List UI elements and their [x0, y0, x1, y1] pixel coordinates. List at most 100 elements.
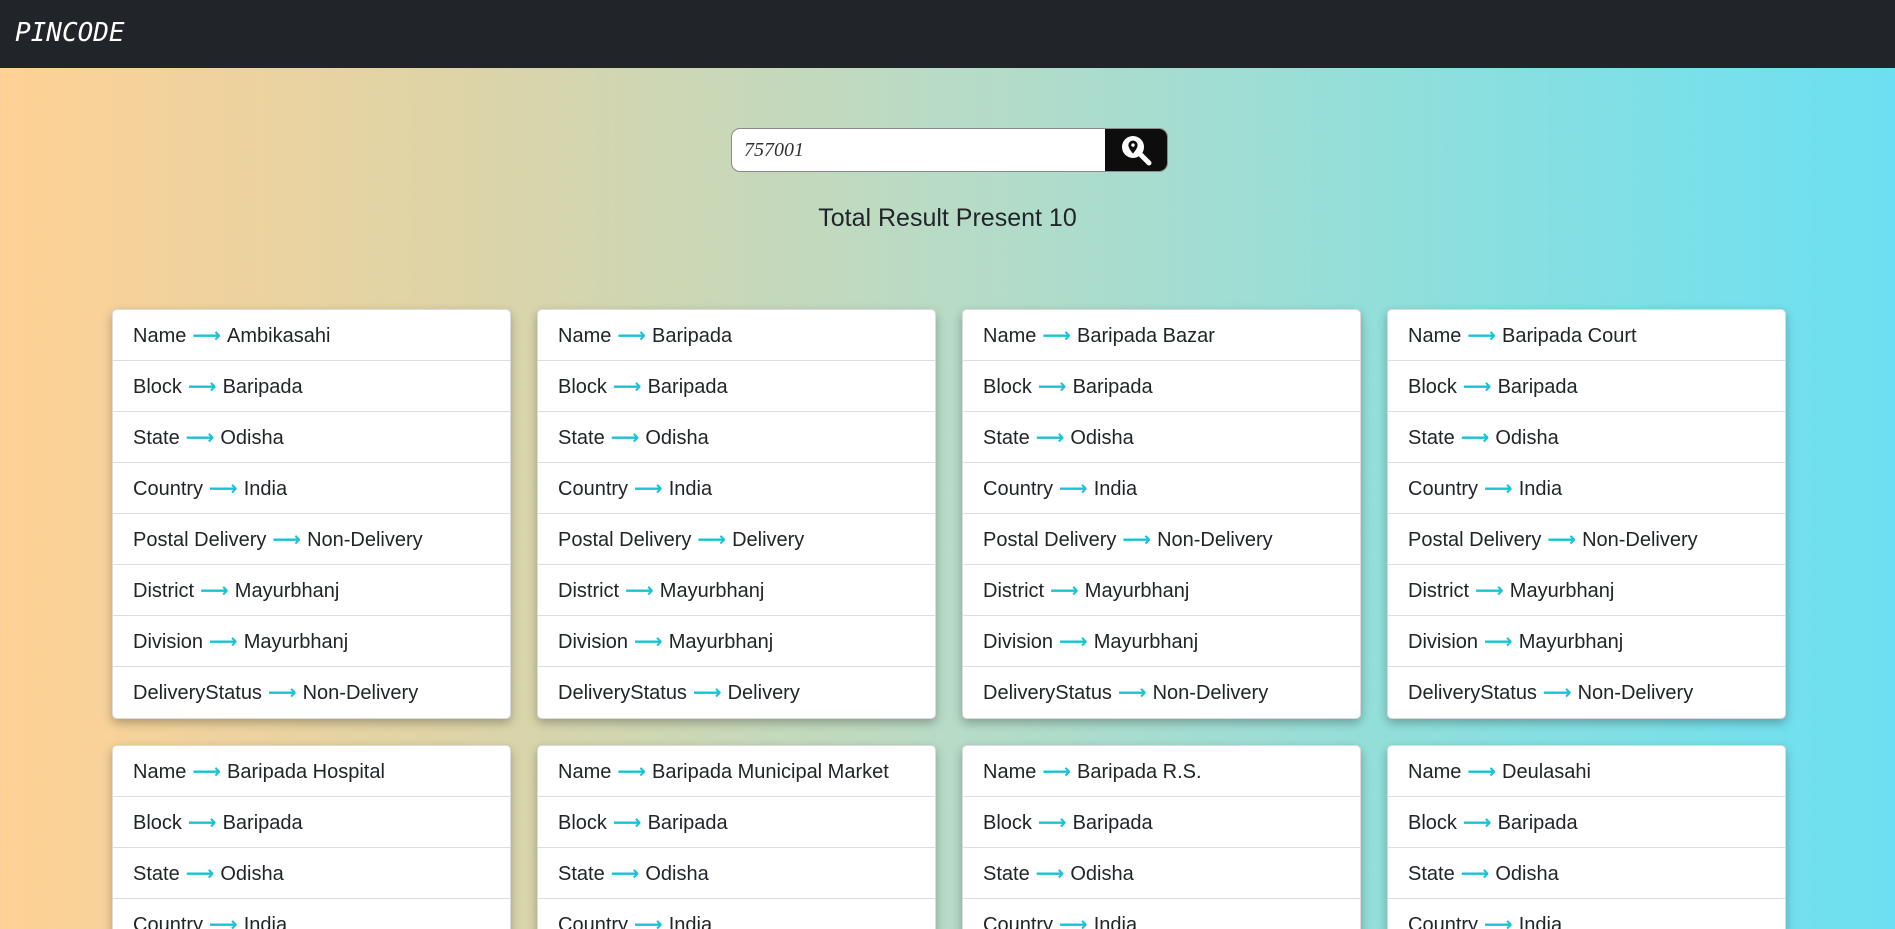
- field-label: Division: [558, 631, 629, 653]
- field-value: Delivery: [732, 529, 805, 551]
- result-field-state: State ⟶ Odisha: [113, 848, 510, 899]
- arrow-right-icon: ⟶: [200, 578, 229, 602]
- field-label: Block: [983, 812, 1032, 834]
- arrow-right-icon: ⟶: [1467, 323, 1497, 347]
- result-field-country: Country ⟶ India: [113, 463, 510, 514]
- field-value: Non-Delivery: [1152, 682, 1269, 704]
- result-field-district: District ⟶ Mayurbhanj: [113, 565, 510, 616]
- brand-logo[interactable]: PINCODE: [15, 16, 125, 50]
- total-results-count: 10: [1048, 204, 1077, 232]
- field-value: Deulasahi: [1502, 761, 1591, 783]
- search-button[interactable]: [1105, 129, 1167, 171]
- field-value: India: [243, 914, 288, 929]
- result-field-delivery-status: DeliveryStatus ⟶ Non-Delivery: [1388, 667, 1785, 718]
- field-value: India: [668, 478, 713, 500]
- arrow-right-icon: ⟶: [1059, 912, 1088, 929]
- field-label: Name: [983, 761, 1037, 783]
- field-label: Country: [558, 478, 629, 500]
- arrow-right-icon: ⟶: [185, 425, 215, 449]
- field-value: Baripada: [1497, 376, 1578, 398]
- field-label: Name: [133, 325, 187, 347]
- result-field-name: Name ⟶ Baripada: [538, 310, 935, 361]
- arrow-right-icon: ⟶: [1042, 759, 1072, 783]
- arrow-right-icon: ⟶: [1462, 374, 1492, 398]
- result-card: Name ⟶ Baripada Municipal Market Block ⟶ Bari…: [537, 745, 936, 929]
- field-label: DeliveryStatus: [983, 682, 1112, 704]
- arrow-right-icon: ⟶: [612, 810, 642, 834]
- field-value: Baripada: [647, 812, 728, 834]
- result-field-delivery-status: DeliveryStatus ⟶ Non-Delivery: [113, 667, 510, 718]
- result-field-name: Name ⟶ Baripada Hospital: [113, 746, 510, 797]
- result-field-delivery-status: DeliveryStatus ⟶ Non-Delivery: [963, 667, 1360, 718]
- result-field-district: District ⟶ Mayurbhanj: [963, 565, 1360, 616]
- arrow-right-icon: ⟶: [1484, 912, 1513, 929]
- field-value: India: [243, 478, 288, 500]
- field-value: Baripada: [652, 325, 733, 347]
- field-label: State: [1408, 427, 1455, 449]
- field-label: Name: [133, 761, 187, 783]
- result-field-postal-delivery: Postal Delivery ⟶ Non-Delivery: [963, 514, 1360, 565]
- arrow-right-icon: ⟶: [1460, 425, 1490, 449]
- field-label: Block: [558, 376, 607, 398]
- result-field-division: Division ⟶ Mayurbhanj: [538, 616, 935, 667]
- arrow-right-icon: ⟶: [192, 759, 222, 783]
- result-field-postal-delivery: Postal Delivery ⟶ Non-Delivery: [1388, 514, 1785, 565]
- arrow-right-icon: ⟶: [610, 425, 640, 449]
- field-value: Baripada: [1497, 812, 1578, 834]
- field-value: India: [1518, 914, 1563, 929]
- field-label: Country: [1408, 914, 1479, 929]
- field-value: Baripada Bazar: [1077, 325, 1215, 347]
- field-value: Mayurbhanj: [1084, 580, 1190, 602]
- arrow-right-icon: ⟶: [1484, 629, 1513, 653]
- field-label: Country: [133, 914, 204, 929]
- arrow-right-icon: ⟶: [634, 476, 663, 500]
- arrow-right-icon: ⟶: [1462, 810, 1492, 834]
- field-label: Division: [983, 631, 1054, 653]
- field-value: Mayurbhanj: [659, 580, 765, 602]
- result-field-division: Division ⟶ Mayurbhanj: [963, 616, 1360, 667]
- result-field-block: Block ⟶ Baripada: [963, 361, 1360, 412]
- result-field-name: Name ⟶ Baripada Court: [1388, 310, 1785, 361]
- field-value: Odisha: [645, 863, 709, 885]
- arrow-right-icon: ⟶: [634, 629, 663, 653]
- result-field-state: State ⟶ Odisha: [963, 412, 1360, 463]
- arrow-right-icon: ⟶: [1467, 759, 1497, 783]
- field-value: Odisha: [1495, 427, 1559, 449]
- arrow-right-icon: ⟶: [209, 912, 238, 929]
- field-value: Odisha: [1070, 427, 1134, 449]
- field-label: Country: [983, 914, 1054, 929]
- result-field-division: Division ⟶ Mayurbhanj: [113, 616, 510, 667]
- field-label: Postal Delivery: [1408, 529, 1542, 551]
- field-label: District: [133, 580, 195, 602]
- result-field-state: State ⟶ Odisha: [113, 412, 510, 463]
- arrow-right-icon: ⟶: [1475, 578, 1504, 602]
- field-label: State: [133, 863, 180, 885]
- result-field-name: Name ⟶ Baripada R.S.: [963, 746, 1360, 797]
- result-card: Name ⟶ Ambikasahi Block ⟶ Baripada State ⟶ Odish…: [112, 309, 511, 719]
- field-value: Non-Delivery: [1157, 529, 1273, 551]
- result-field-country: Country ⟶ India: [963, 463, 1360, 514]
- field-value: Odisha: [220, 863, 284, 885]
- field-value: Baripada: [1072, 812, 1153, 834]
- field-label: State: [558, 863, 605, 885]
- field-value: Mayurbhanj: [1518, 631, 1624, 653]
- result-card: Name ⟶ Baripada Block ⟶ Baripada State ⟶ Odisha C…: [537, 309, 936, 719]
- field-value: India: [1518, 478, 1563, 500]
- field-label: Country: [1408, 478, 1479, 500]
- field-label: State: [558, 427, 605, 449]
- result-field-state: State ⟶ Odisha: [1388, 412, 1785, 463]
- arrow-right-icon: ⟶: [1542, 680, 1572, 704]
- arrow-right-icon: ⟶: [267, 680, 297, 704]
- result-card: Name ⟶ Baripada Court Block ⟶ Baripada State ⟶ O…: [1387, 309, 1786, 719]
- field-value: Ambikasahi: [227, 325, 331, 347]
- result-card: Name ⟶ Baripada Hospital Block ⟶ Baripada Stat…: [112, 745, 511, 929]
- arrow-right-icon: ⟶: [187, 374, 217, 398]
- field-label: Name: [983, 325, 1037, 347]
- pincode-search-input[interactable]: [731, 128, 1168, 172]
- arrow-right-icon: ⟶: [1460, 861, 1490, 885]
- field-label: Block: [983, 376, 1032, 398]
- result-card: Name ⟶ Baripada Bazar Block ⟶ Baripada State ⟶ O…: [962, 309, 1361, 719]
- result-field-block: Block ⟶ Baripada: [1388, 797, 1785, 848]
- arrow-right-icon: ⟶: [617, 323, 647, 347]
- arrow-right-icon: ⟶: [1059, 476, 1088, 500]
